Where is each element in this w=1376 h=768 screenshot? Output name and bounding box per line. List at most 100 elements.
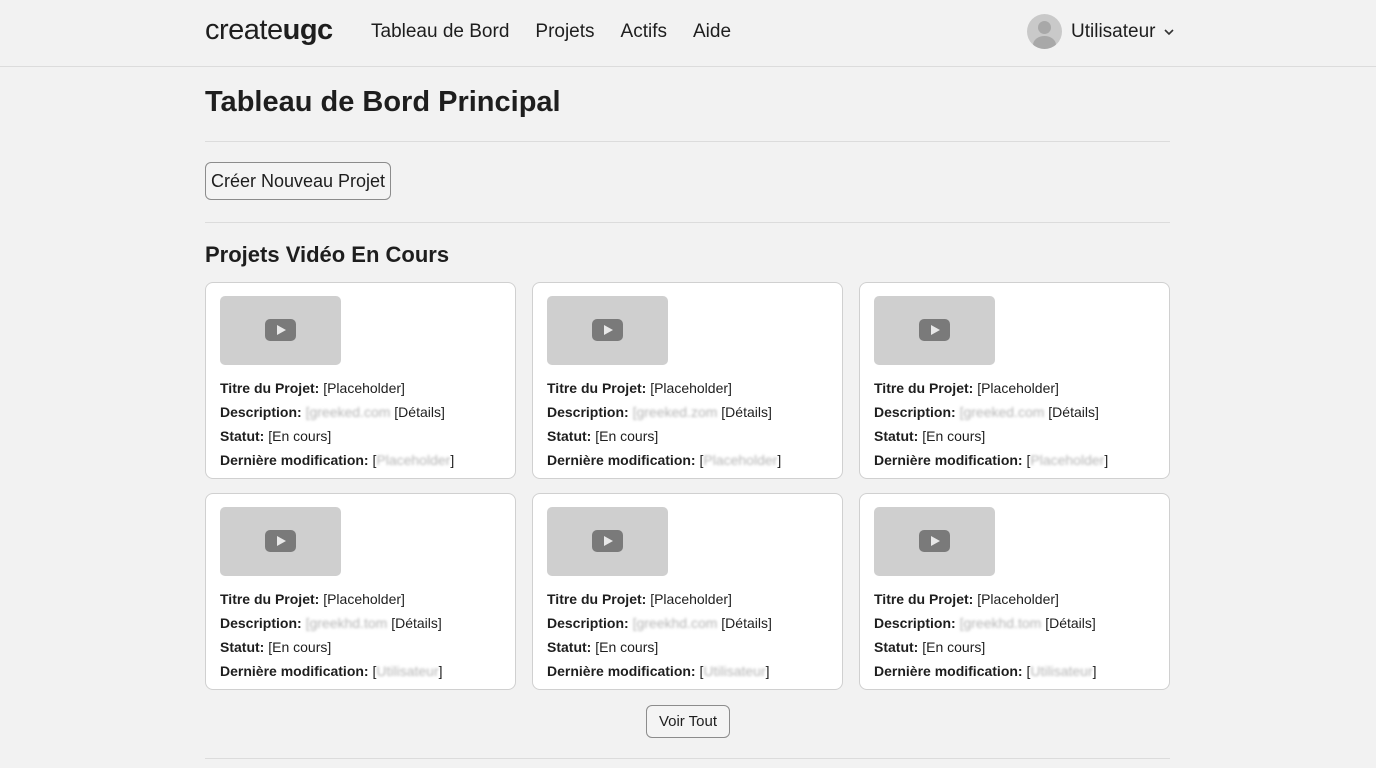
play-icon bbox=[919, 319, 950, 341]
create-project-button[interactable]: Créer Nouveau Projet bbox=[205, 162, 391, 200]
top-navigation-bar: createugc Tableau de Bord Projets Actifs… bbox=[0, 0, 1376, 67]
project-title: [Placeholder] bbox=[323, 380, 405, 396]
details-link[interactable]: [Détails] bbox=[721, 404, 772, 420]
bracket: ] bbox=[1092, 663, 1097, 679]
details-link[interactable]: [Détails] bbox=[391, 615, 442, 631]
description-blurred: [greekhd.com bbox=[632, 615, 718, 631]
project-description-row: Description: [greekhd.tom [Détails] bbox=[874, 611, 1097, 635]
play-icon bbox=[265, 530, 296, 552]
page-title: Tableau de Bord Principal bbox=[205, 86, 561, 118]
status-label: Statut: bbox=[220, 639, 265, 655]
status-value: [En cours] bbox=[268, 428, 332, 444]
description-label: Description: bbox=[547, 404, 629, 420]
project-details: Titre du Projet: [Placeholder] Descripti… bbox=[547, 587, 772, 683]
project-title-row: Titre du Projet: [Placeholder] bbox=[547, 587, 772, 611]
video-thumbnail[interactable] bbox=[547, 296, 668, 365]
description-blurred: [greeked.com bbox=[305, 404, 391, 420]
project-details: Titre du Projet: [Placeholder] Descripti… bbox=[547, 376, 781, 472]
description-label: Description: bbox=[547, 615, 629, 631]
project-status-row: Statut: [En cours] bbox=[874, 635, 1097, 659]
project-title-row: Titre du Projet: [Placeholder] bbox=[547, 376, 781, 400]
project-status-row: Statut: [En cours] bbox=[220, 635, 443, 659]
description-blurred: [greeked.com bbox=[959, 404, 1045, 420]
project-title-row: Titre du Projet: [Placeholder] bbox=[874, 376, 1108, 400]
description-blurred: [greekhd.tom bbox=[305, 615, 388, 631]
modified-label: Dernière modification: bbox=[220, 663, 369, 679]
modified-label: Dernière modification: bbox=[220, 452, 369, 468]
project-status-row: Statut: [En cours] bbox=[874, 424, 1108, 448]
title-label: Titre du Projet: bbox=[220, 380, 320, 396]
project-title: [Placeholder] bbox=[977, 591, 1059, 607]
modified-blurred: Utilisateur bbox=[703, 663, 766, 679]
video-thumbnail[interactable] bbox=[874, 507, 995, 576]
status-label: Statut: bbox=[220, 428, 265, 444]
status-label: Statut: bbox=[874, 428, 919, 444]
modified-label: Dernière modification: bbox=[874, 452, 1023, 468]
divider bbox=[205, 141, 1170, 142]
project-title-row: Titre du Projet: [Placeholder] bbox=[874, 587, 1097, 611]
project-details: Titre du Projet: [Placeholder] Descripti… bbox=[874, 376, 1108, 472]
main-nav: Tableau de Bord Projets Actifs Aide bbox=[371, 21, 731, 43]
modified-blurred: Utilisateur bbox=[376, 663, 439, 679]
description-label: Description: bbox=[220, 404, 302, 420]
nav-link-help[interactable]: Aide bbox=[693, 21, 731, 43]
project-status-row: Statut: [En cours] bbox=[220, 424, 454, 448]
user-menu[interactable]: Utilisateur bbox=[1027, 14, 1175, 49]
details-link[interactable]: [Détails] bbox=[721, 615, 772, 631]
project-title: [Placeholder] bbox=[650, 380, 732, 396]
project-modified-row: Dernière modification: [Placeholder] bbox=[547, 448, 781, 472]
view-all-button[interactable]: Voir Tout bbox=[646, 705, 730, 738]
status-value: [En cours] bbox=[595, 639, 659, 655]
section-title: Projets Vidéo En Cours bbox=[205, 242, 450, 267]
project-card[interactable]: Titre du Projet: [Placeholder] Descripti… bbox=[532, 282, 843, 479]
project-card[interactable]: Titre du Projet: [Placeholder] Descripti… bbox=[205, 493, 516, 690]
nav-link-dashboard[interactable]: Tableau de Bord bbox=[371, 21, 509, 43]
project-title: [Placeholder] bbox=[977, 380, 1059, 396]
video-thumbnail[interactable] bbox=[220, 507, 341, 576]
video-thumbnail[interactable] bbox=[547, 507, 668, 576]
details-link[interactable]: [Détails] bbox=[394, 404, 445, 420]
details-link[interactable]: [Détails] bbox=[1048, 404, 1099, 420]
project-card[interactable]: Titre du Projet: [Placeholder] Descripti… bbox=[205, 282, 516, 479]
modified-blurred: Placeholder bbox=[703, 452, 778, 468]
modified-blurred: Placeholder bbox=[1030, 452, 1105, 468]
project-grid: Titre du Projet: [Placeholder] Descripti… bbox=[205, 282, 1170, 690]
bracket: ] bbox=[765, 663, 770, 679]
status-value: [En cours] bbox=[922, 428, 986, 444]
play-icon bbox=[592, 530, 623, 552]
project-title: [Placeholder] bbox=[650, 591, 732, 607]
project-description-row: Description: [greekhd.com [Détails] bbox=[547, 611, 772, 635]
description-label: Description: bbox=[874, 615, 956, 631]
status-label: Statut: bbox=[874, 639, 919, 655]
bracket: ] bbox=[777, 452, 782, 468]
project-title-row: Titre du Projet: [Placeholder] bbox=[220, 376, 454, 400]
chevron-down-icon bbox=[1164, 28, 1175, 35]
title-label: Titre du Projet: bbox=[874, 591, 974, 607]
title-label: Titre du Projet: bbox=[547, 591, 647, 607]
play-icon bbox=[265, 319, 296, 341]
title-label: Titre du Projet: bbox=[874, 380, 974, 396]
modified-label: Dernière modification: bbox=[547, 452, 696, 468]
logo-text-light: create bbox=[205, 14, 283, 46]
status-label: Statut: bbox=[547, 639, 592, 655]
project-modified-row: Dernière modification: [Utilisateur] bbox=[547, 659, 772, 683]
project-status-row: Statut: [En cours] bbox=[547, 635, 772, 659]
logo[interactable]: createugc bbox=[205, 14, 333, 47]
nav-link-assets[interactable]: Actifs bbox=[621, 21, 667, 43]
status-value: [En cours] bbox=[268, 639, 332, 655]
nav-link-projects[interactable]: Projets bbox=[535, 21, 594, 43]
video-thumbnail[interactable] bbox=[220, 296, 341, 365]
project-card[interactable]: Titre du Projet: [Placeholder] Descripti… bbox=[532, 493, 843, 690]
project-modified-row: Dernière modification: [Placeholder] bbox=[874, 448, 1108, 472]
status-value: [En cours] bbox=[595, 428, 659, 444]
description-blurred: [greeked.zom bbox=[632, 404, 718, 420]
details-link[interactable]: [Détails] bbox=[1045, 615, 1096, 631]
bracket: ] bbox=[438, 663, 443, 679]
user-avatar-icon bbox=[1027, 14, 1062, 49]
modified-blurred: Placeholder bbox=[376, 452, 451, 468]
video-thumbnail[interactable] bbox=[874, 296, 995, 365]
project-description-row: Description: [greekhd.tom [Détails] bbox=[220, 611, 443, 635]
project-card[interactable]: Titre du Projet: [Placeholder] Descripti… bbox=[859, 282, 1170, 479]
modified-label: Dernière modification: bbox=[874, 663, 1023, 679]
project-card[interactable]: Titre du Projet: [Placeholder] Descripti… bbox=[859, 493, 1170, 690]
